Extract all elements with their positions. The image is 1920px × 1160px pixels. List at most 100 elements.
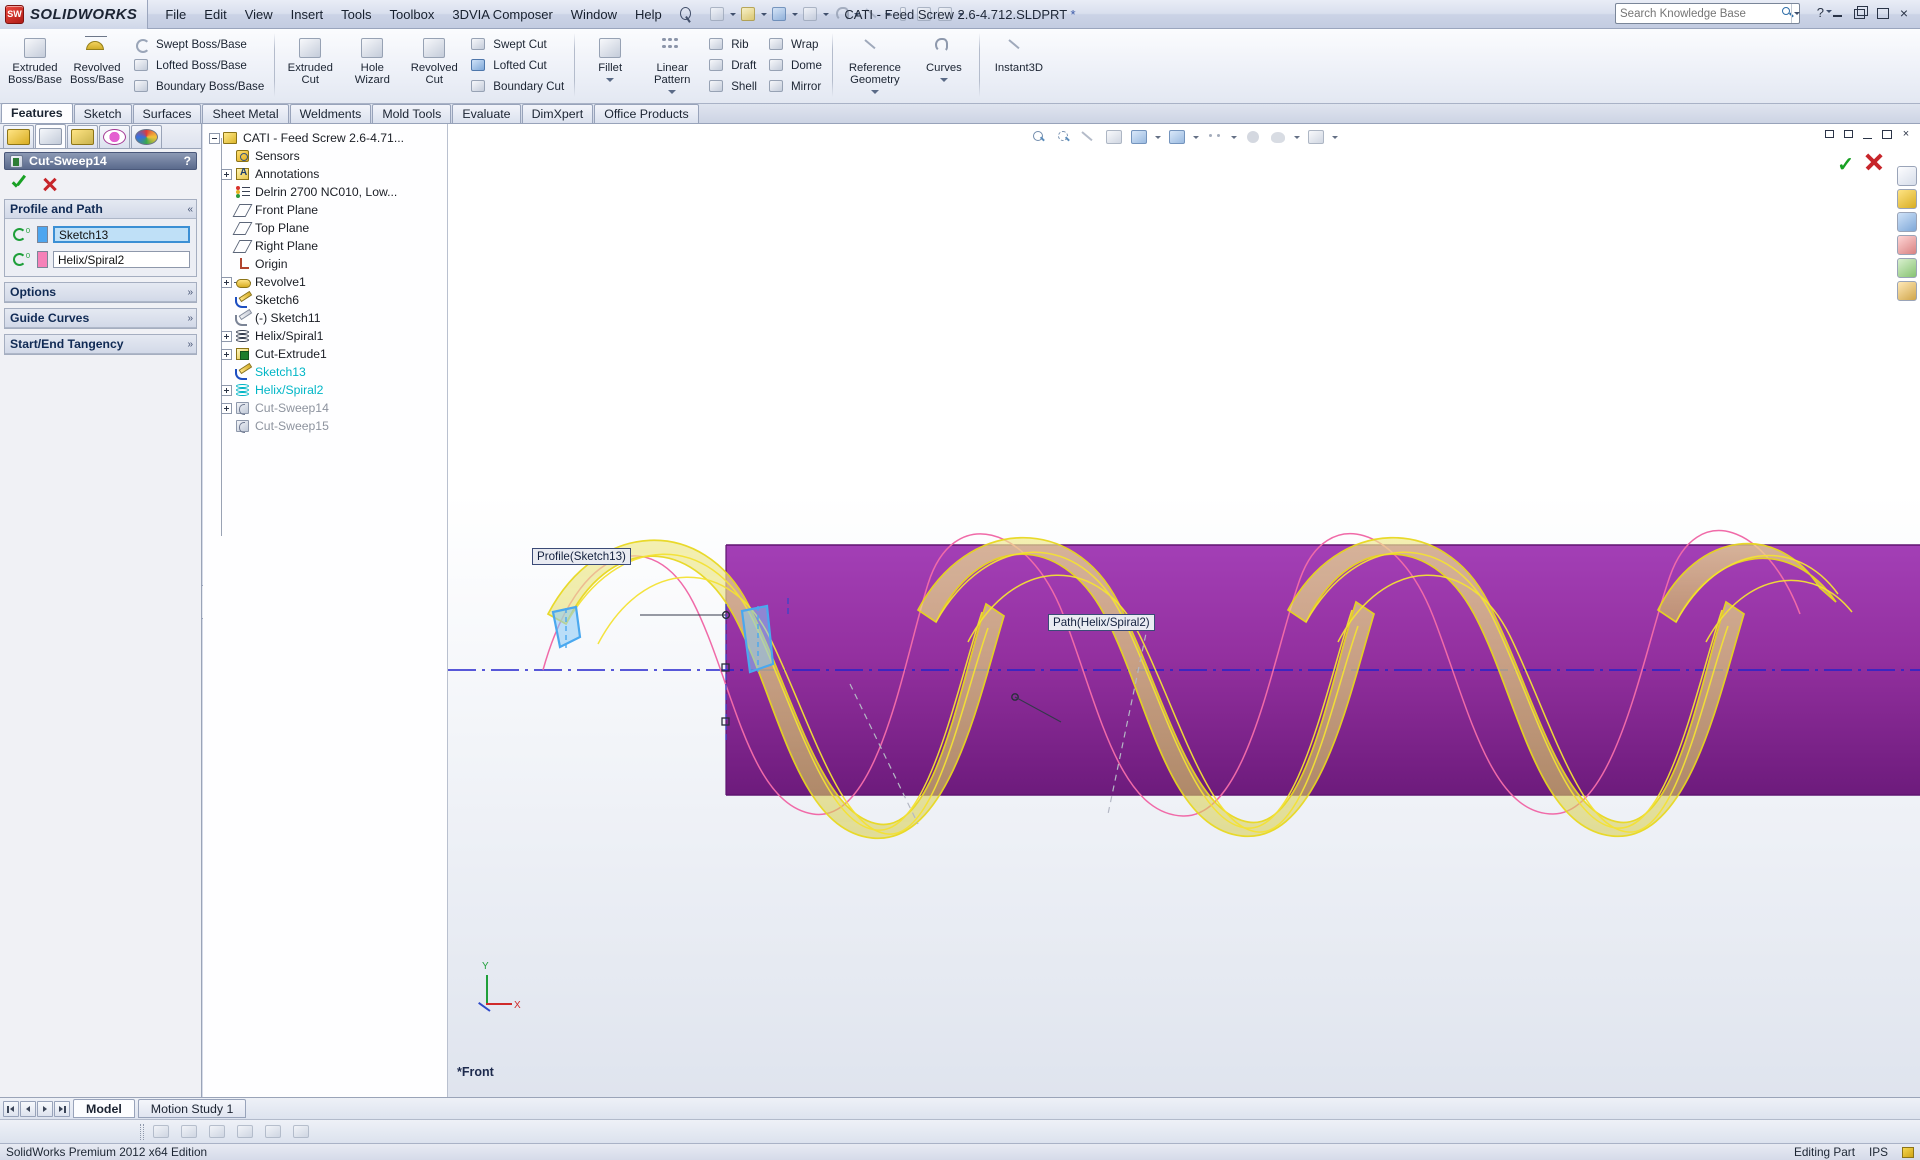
shell-button[interactable]: Shell: [703, 76, 763, 96]
menu-toolbox[interactable]: Toolbox: [381, 3, 444, 26]
tree-item-sketch11[interactable]: (-) Sketch11: [203, 309, 447, 327]
tab-sheet-metal[interactable]: Sheet Metal: [202, 104, 289, 123]
tab-dimxpert[interactable]: DimXpert: [521, 104, 594, 123]
tree-expander[interactable]: [221, 276, 232, 288]
save-caret-icon[interactable]: [790, 4, 799, 24]
draft-button[interactable]: Draft: [703, 55, 763, 75]
dome-button[interactable]: Dome: [763, 55, 828, 75]
path-callout[interactable]: Path(Helix/Spiral2): [1048, 614, 1155, 631]
search-input[interactable]: [1616, 7, 1778, 20]
minimize-icon[interactable]: [1828, 4, 1848, 22]
tree-item-delrin-2700-nc010-low[interactable]: Delrin 2700 NC010, Low...: [203, 183, 447, 201]
tree-item-helix-spiral1[interactable]: Helix/Spiral1: [203, 327, 447, 345]
extruded-cut-button[interactable]: Extruded Cut: [279, 31, 341, 86]
next-tab-icon[interactable]: [37, 1100, 53, 1117]
menu-edit[interactable]: Edit: [195, 3, 235, 26]
tree-expander[interactable]: [221, 330, 232, 342]
profile-selection-field[interactable]: Sketch13: [53, 226, 190, 243]
guide-curves-header[interactable]: Guide Curves »: [5, 309, 196, 328]
tree-expander[interactable]: [209, 132, 220, 144]
hole-wizard-button[interactable]: Hole Wizard: [341, 31, 403, 86]
property-manager-tab[interactable]: [35, 124, 66, 148]
lofted-cut-button[interactable]: Lofted Cut: [465, 55, 570, 75]
menu-tools[interactable]: Tools: [332, 3, 380, 26]
rebuild-icon[interactable]: [893, 4, 913, 24]
linear-pattern-dropdown-icon[interactable]: [667, 88, 677, 97]
customize-icon[interactable]: [1902, 1146, 1914, 1158]
tree-expander[interactable]: [221, 348, 232, 360]
tab-weldments[interactable]: Weldments: [289, 104, 372, 123]
menu-help[interactable]: Help: [626, 3, 671, 26]
collapse-chevron-icon[interactable]: «: [187, 204, 192, 215]
tree-item-right-plane[interactable]: Right Plane: [203, 237, 447, 255]
search-dropdown-icon[interactable]: [1791, 4, 1800, 23]
tree-expander[interactable]: [221, 384, 232, 396]
options-header[interactable]: Options »: [5, 283, 196, 302]
tab-motion-study-1[interactable]: Motion Study 1: [137, 1099, 247, 1118]
knowledge-base-search[interactable]: [1615, 3, 1800, 24]
tree-item-sketch13[interactable]: Sketch13: [203, 363, 447, 381]
tree-item-cut-sweep14[interactable]: Cut-Sweep14: [203, 399, 447, 417]
reference-geometry-dropdown-icon[interactable]: [870, 88, 880, 97]
tree-item-cut-sweep15[interactable]: Cut-Sweep15: [203, 417, 447, 435]
search-icon[interactable]: [1778, 4, 1791, 23]
tab-features[interactable]: Features: [1, 103, 73, 123]
tree-item-cut-extrude1[interactable]: Cut-Extrude1: [203, 345, 447, 363]
wrap-button[interactable]: Wrap: [763, 34, 828, 54]
restore-icon[interactable]: [1850, 4, 1870, 22]
maximize-icon[interactable]: [1872, 4, 1892, 22]
select-caret-icon[interactable]: [883, 4, 892, 24]
feature-manager-tab[interactable]: [3, 125, 34, 148]
rib-button[interactable]: Rib: [703, 34, 763, 54]
revolved-cut-button[interactable]: Revolved Cut: [403, 31, 465, 86]
new-document-caret-icon[interactable]: [728, 4, 737, 24]
curves-dropdown-icon[interactable]: [939, 76, 949, 85]
close-icon[interactable]: ×: [1894, 4, 1914, 22]
open-document-icon[interactable]: [738, 4, 758, 24]
tree-item-revolve1[interactable]: Revolve1: [203, 273, 447, 291]
lofted-boss-base-button[interactable]: Lofted Boss/Base: [128, 55, 270, 75]
first-tab-icon[interactable]: [3, 1100, 19, 1117]
profile-and-path-header[interactable]: Profile and Path «: [5, 200, 196, 219]
graphics-viewport[interactable]: × ✓ Profile(Sketch13) Path(Helix/Spiral2…: [448, 124, 1920, 1097]
display-manager-tab[interactable]: [131, 125, 162, 148]
mirror-button[interactable]: Mirror: [763, 76, 828, 96]
menu-insert[interactable]: Insert: [282, 3, 333, 26]
fillet-button[interactable]: Fillet: [579, 31, 641, 85]
linear-pattern-button[interactable]: Linear Pattern: [641, 31, 703, 97]
fillet-dropdown-icon[interactable]: [605, 76, 615, 85]
tab-office-products[interactable]: Office Products: [594, 104, 699, 123]
select-icon[interactable]: [862, 4, 882, 24]
menu-file[interactable]: File: [156, 3, 195, 26]
open-document-caret-icon[interactable]: [759, 4, 768, 24]
curves-button[interactable]: Curves: [913, 31, 975, 85]
path-selection-field[interactable]: Helix/Spiral2: [53, 251, 190, 268]
boundary-cut-button[interactable]: Boundary Cut: [465, 76, 570, 96]
extruded-boss-base-button[interactable]: Extruded Boss/Base: [4, 31, 66, 86]
grid-icon[interactable]: [234, 1122, 256, 1141]
swept-cut-button[interactable]: Swept Cut: [465, 34, 570, 54]
tree-item-cati-feed-screw-2-6-4-71[interactable]: CATI - Feed Screw 2.6-4.71...: [203, 129, 447, 147]
cancel-button[interactable]: [41, 175, 59, 193]
tab-surfaces[interactable]: Surfaces: [132, 104, 202, 123]
tree-item-origin[interactable]: Origin: [203, 255, 447, 273]
tree-item-sketch6[interactable]: Sketch6: [203, 291, 447, 309]
undo-icon[interactable]: [831, 4, 851, 24]
reference-geometry-button[interactable]: Reference Geometry: [837, 31, 913, 97]
start-end-tangency-header[interactable]: Start/End Tangency »: [5, 335, 196, 354]
menu-3dvia-composer[interactable]: 3DVIA Composer: [443, 3, 561, 26]
start-end-tangency-expand-chevron-icon[interactable]: »: [187, 339, 192, 350]
print-caret-icon[interactable]: [821, 4, 830, 24]
stack-icon[interactable]: [150, 1122, 172, 1141]
options-icon[interactable]: [935, 4, 955, 24]
profile-callout[interactable]: Profile(Sketch13): [532, 548, 631, 565]
property-manager-help-icon[interactable]: ?: [184, 154, 191, 168]
help-question-icon[interactable]: ?: [1817, 5, 1824, 20]
print-icon[interactable]: [800, 4, 820, 24]
model-geometry[interactable]: [448, 124, 1920, 1097]
swap-icon[interactable]: [262, 1122, 284, 1141]
lines-icon[interactable]: [206, 1122, 228, 1141]
options-caret-icon[interactable]: [956, 4, 965, 24]
tab-sketch[interactable]: Sketch: [73, 104, 132, 123]
file-properties-icon[interactable]: [914, 4, 934, 24]
